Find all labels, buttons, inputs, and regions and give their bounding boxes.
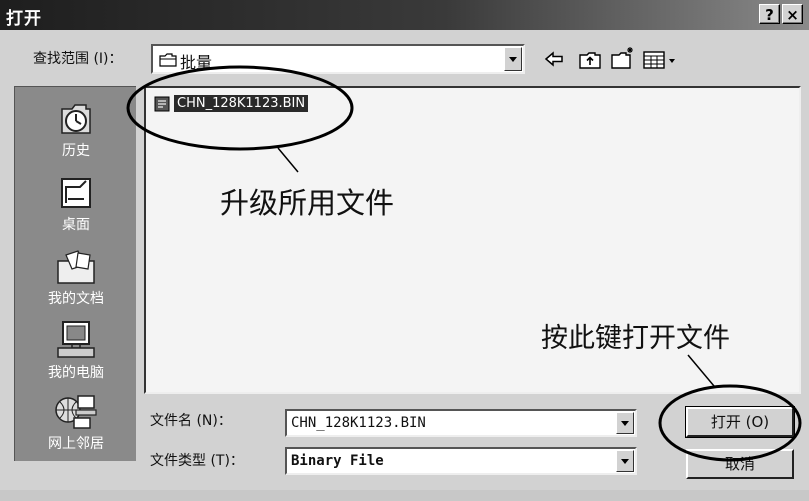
back-arrow-icon[interactable] — [543, 50, 565, 68]
places-label: 网上邻居 — [48, 436, 104, 452]
desktop-icon — [61, 178, 91, 208]
places-item-my-documents[interactable]: 我的文档 — [15, 247, 137, 308]
file-type-label: 文件类型 (T)： — [150, 453, 244, 469]
places-bar: 历史 桌面 我的文档 我的电脑 网上邻居 — [14, 86, 136, 461]
file-name-value: CHN_128K1123.BIN — [291, 415, 426, 431]
dialog-bottom-edge — [0, 490, 809, 501]
look-in-dropdown-button[interactable] — [504, 47, 522, 71]
network-neighborhood-icon — [55, 395, 97, 429]
view-menu-icon[interactable] — [643, 50, 679, 70]
file-name-selected: CHN_128K1123.BIN — [174, 95, 309, 112]
places-label: 历史 — [62, 143, 90, 159]
annotation-file-note: 升级所用文件 — [220, 186, 395, 220]
places-item-desktop[interactable]: 桌面 — [15, 173, 137, 234]
file-name-label: 文件名 (N)： — [150, 413, 232, 429]
places-label: 我的文档 — [48, 291, 104, 307]
up-folder-icon[interactable] — [578, 50, 602, 70]
annotation-button-note: 按此键打开文件 — [541, 323, 730, 354]
open-button[interactable]: 打开 (O) — [685, 406, 795, 438]
look-in-combo[interactable]: 批量 — [151, 44, 525, 74]
my-documents-icon — [57, 250, 95, 284]
chevron-down-icon — [509, 57, 517, 62]
look-in-value: 批量 — [180, 53, 213, 72]
places-item-history[interactable]: 历史 — [15, 99, 137, 160]
window-title: 打开 — [6, 9, 42, 29]
new-folder-icon[interactable] — [610, 46, 636, 70]
file-type-value: Binary File — [291, 453, 384, 469]
look-in-label: 查找范围 (I)： — [33, 51, 123, 67]
open-dialog: 打开 ? × 查找范围 (I)： 批量 历史 桌面 我的文档 我的电脑 网上邻居… — [0, 0, 809, 501]
close-button[interactable]: × — [782, 4, 803, 24]
my-computer-icon — [57, 321, 95, 358]
file-type-dropdown-button[interactable] — [616, 450, 634, 472]
title-bar[interactable]: 打开 ? × — [0, 0, 809, 30]
places-item-network[interactable]: 网上邻居 — [15, 392, 137, 453]
places-item-my-computer[interactable]: 我的电脑 — [15, 319, 137, 382]
file-type-select[interactable]: Binary File — [285, 447, 637, 475]
file-name-input[interactable]: CHN_128K1123.BIN — [285, 409, 637, 437]
file-name-dropdown-button[interactable] — [616, 412, 634, 434]
binary-file-icon — [154, 96, 170, 112]
chevron-down-icon — [621, 421, 629, 426]
folder-icon — [159, 53, 177, 67]
places-label: 桌面 — [62, 217, 90, 233]
history-icon — [61, 104, 91, 134]
help-button[interactable]: ? — [759, 4, 780, 24]
chevron-down-icon — [621, 459, 629, 464]
places-label: 我的电脑 — [48, 365, 104, 381]
cancel-button[interactable]: 取消 — [686, 449, 794, 479]
